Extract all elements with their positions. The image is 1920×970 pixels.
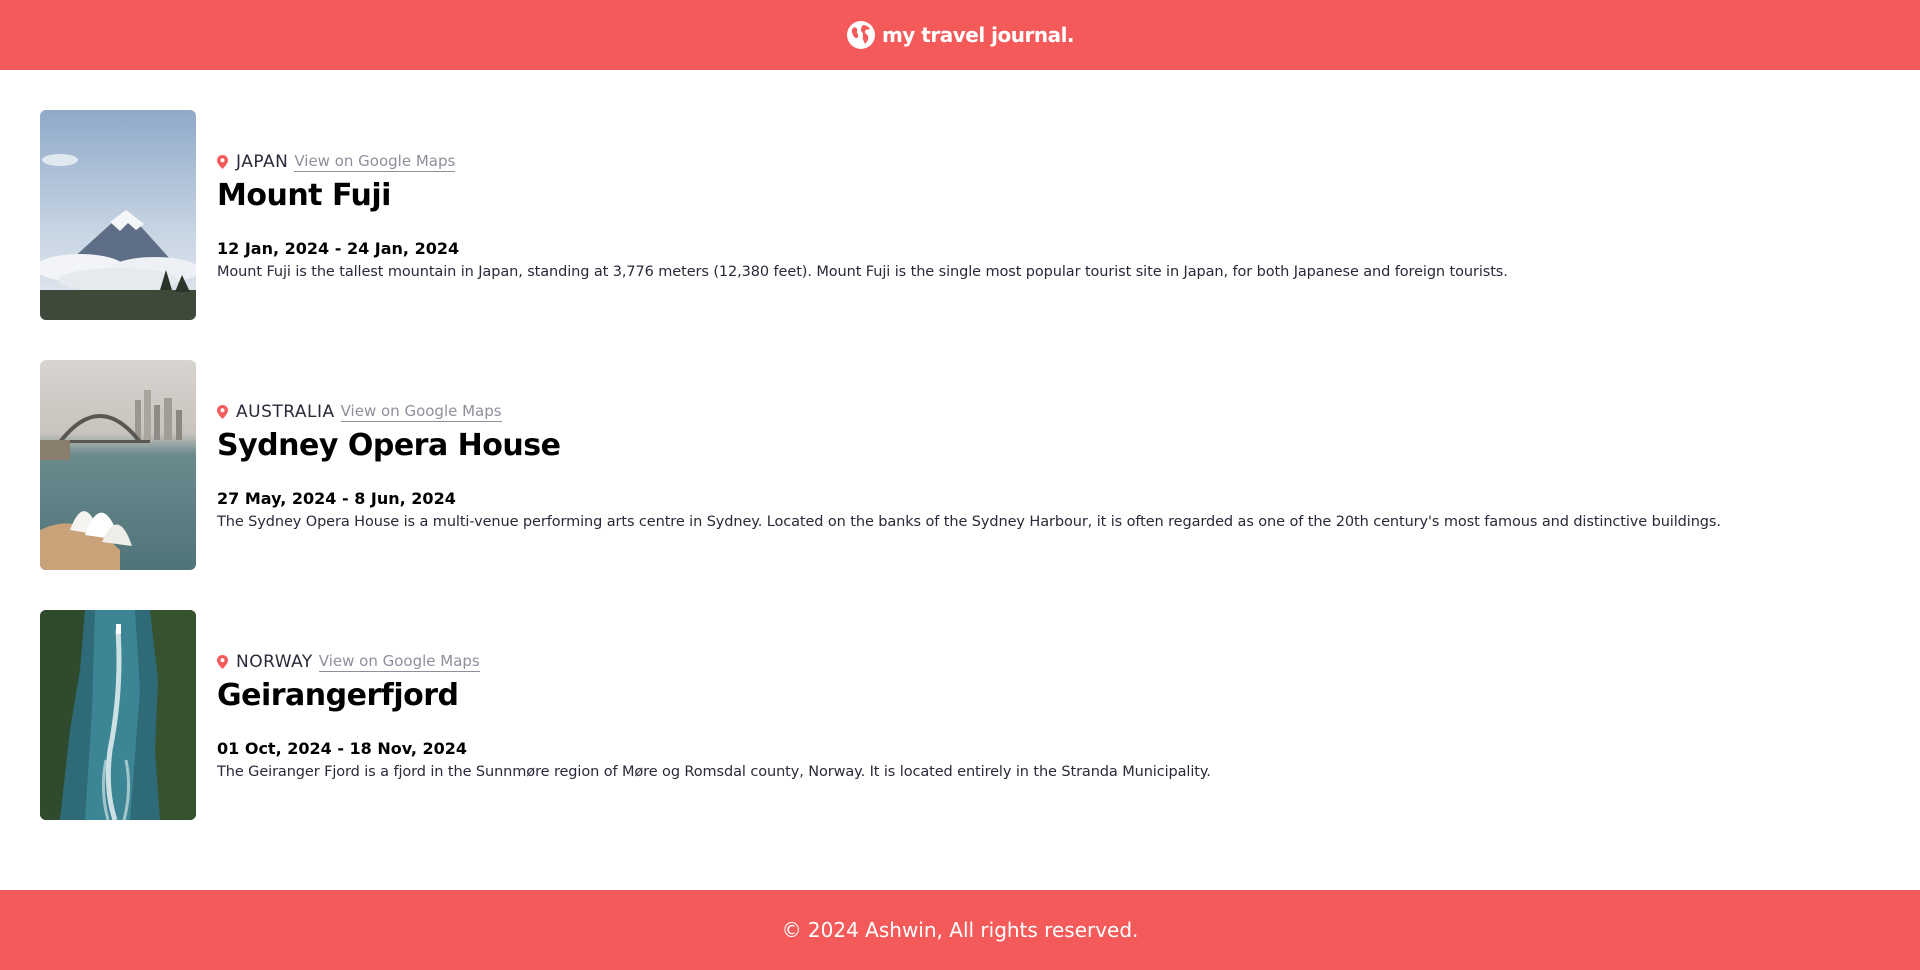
journal-entry: JAPAN View on Google Maps Mount Fuji 12 … <box>40 110 1920 320</box>
entry-photo-geirangerfjord <box>40 610 196 820</box>
location-pin-icon <box>217 655 228 669</box>
journal-entry: NORWAY View on Google Maps Geirangerfjor… <box>40 610 1920 820</box>
location-pin-icon <box>217 405 228 419</box>
entry-description: The Geiranger Fjord is a fjord in the Su… <box>217 764 1211 780</box>
google-maps-link[interactable]: View on Google Maps <box>294 152 456 172</box>
entry-dates: 27 May, 2024 - 8 Jun, 2024 <box>217 489 456 508</box>
google-maps-link[interactable]: View on Google Maps <box>340 402 502 422</box>
location-row: AUSTRALIA View on Google Maps <box>217 400 1721 424</box>
entry-description: Mount Fuji is the tallest mountain in Ja… <box>217 264 1508 280</box>
journal-entry: AUSTRALIA View on Google Maps Sydney Ope… <box>40 360 1920 570</box>
location-row: JAPAN View on Google Maps <box>217 150 1508 174</box>
globe-icon <box>846 21 875 49</box>
site-footer: © 2024 Ashwin, All rights reserved. <box>0 890 1920 970</box>
entry-dates: 12 Jan, 2024 - 24 Jan, 2024 <box>217 239 460 258</box>
entry-photo-mount-fuji <box>40 110 196 320</box>
entry-info: JAPAN View on Google Maps Mount Fuji 12 … <box>217 150 1508 280</box>
entry-info: AUSTRALIA View on Google Maps Sydney Ope… <box>217 400 1721 530</box>
google-maps-link[interactable]: View on Google Maps <box>318 652 480 672</box>
site-header: my travel journal. <box>0 0 1920 70</box>
entry-title: Geirangerfjord <box>217 678 459 713</box>
entry-country: JAPAN <box>236 152 289 172</box>
entry-description: The Sydney Opera House is a multi-venue … <box>217 514 1721 530</box>
entry-photo-sydney-opera-house <box>40 360 196 570</box>
app-title: my travel journal. <box>881 23 1075 47</box>
entry-country: NORWAY <box>236 652 313 672</box>
entry-title: Mount Fuji <box>217 178 391 213</box>
location-row: NORWAY View on Google Maps <box>217 650 1211 674</box>
entry-dates: 01 Oct, 2024 - 18 Nov, 2024 <box>217 739 468 758</box>
location-pin-icon <box>217 155 228 169</box>
entry-info: NORWAY View on Google Maps Geirangerfjor… <box>217 650 1211 780</box>
entry-title: Sydney Opera House <box>217 428 561 463</box>
entry-country: AUSTRALIA <box>236 402 335 422</box>
journal-entries: JAPAN View on Google Maps Mount Fuji 12 … <box>0 70 1920 890</box>
copyright-text: © 2024 Ashwin, All rights reserved. <box>781 918 1139 942</box>
